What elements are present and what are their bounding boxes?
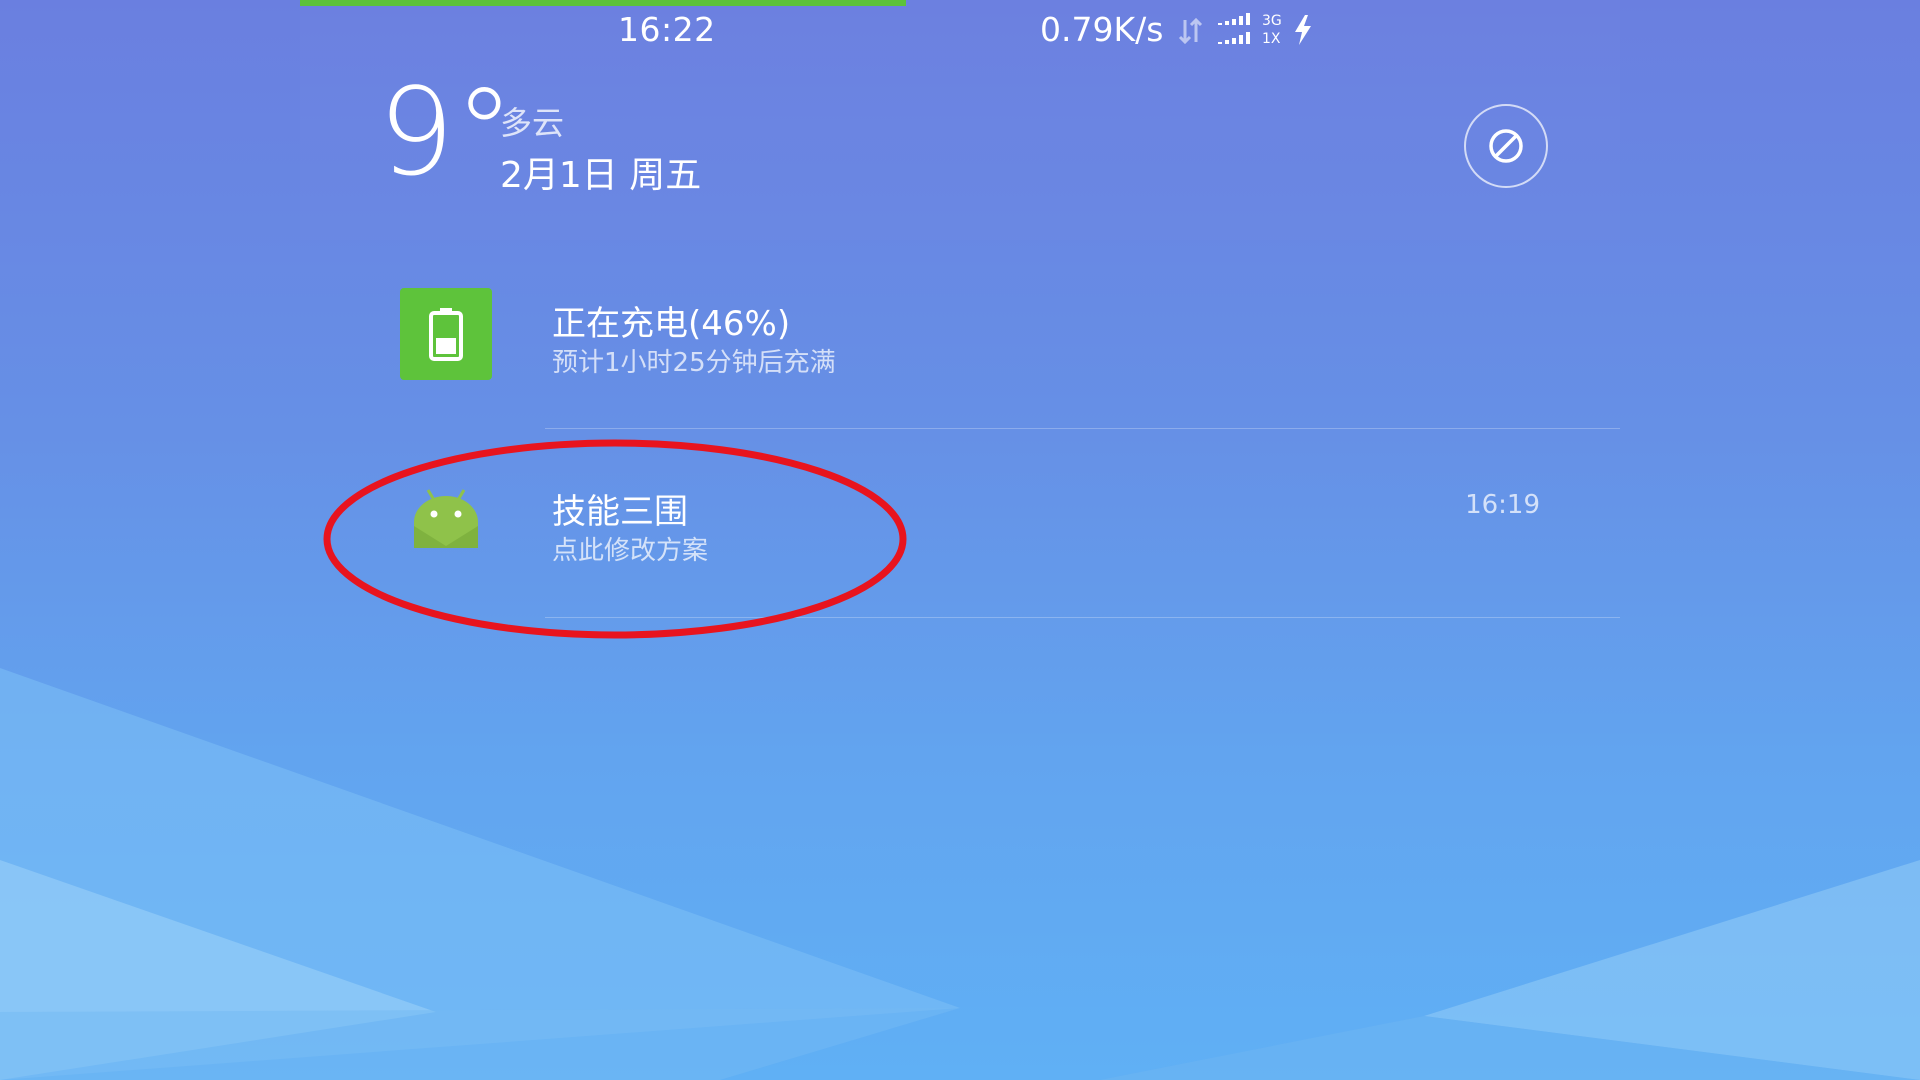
- signal-icon: [1218, 13, 1250, 44]
- temperature: 9°: [378, 64, 515, 203]
- progress-strip: [300, 0, 906, 6]
- network-type-top: 3G: [1262, 13, 1282, 29]
- divider: [545, 617, 1620, 618]
- android-icon: [414, 489, 478, 548]
- weather-condition: 多云: [500, 104, 565, 142]
- notification-title: 正在充电(46%): [552, 304, 791, 344]
- do-not-disturb-button[interactable]: [1464, 104, 1548, 188]
- notification-subtitle: 点此修改方案: [552, 536, 709, 566]
- battery-app-icon: [400, 288, 492, 380]
- battery-icon: [429, 308, 463, 361]
- notification-subtitle: 预计1小时25分钟后充满: [552, 348, 836, 378]
- date-label: 2月1日 周五: [500, 155, 702, 196]
- notification-charging[interactable]: 正在充电(46%) 预计1小时25分钟后充满: [370, 262, 1620, 422]
- charge-icon: [1295, 15, 1311, 45]
- status-clock: 16:22: [618, 10, 716, 49]
- network-type: 3G 1X: [1262, 12, 1292, 48]
- divider: [545, 428, 1620, 429]
- network-speed: 0.79K/s: [1040, 10, 1164, 49]
- notification-time: 16:19: [1465, 490, 1540, 520]
- do-not-disturb-icon: [1489, 129, 1523, 163]
- notification-app[interactable]: 技能三围 点此修改方案 16:19: [370, 450, 1620, 615]
- data-arrows-icon: [1178, 17, 1203, 45]
- notification-title: 技能三围: [552, 492, 688, 532]
- network-type-bottom: 1X: [1262, 31, 1281, 47]
